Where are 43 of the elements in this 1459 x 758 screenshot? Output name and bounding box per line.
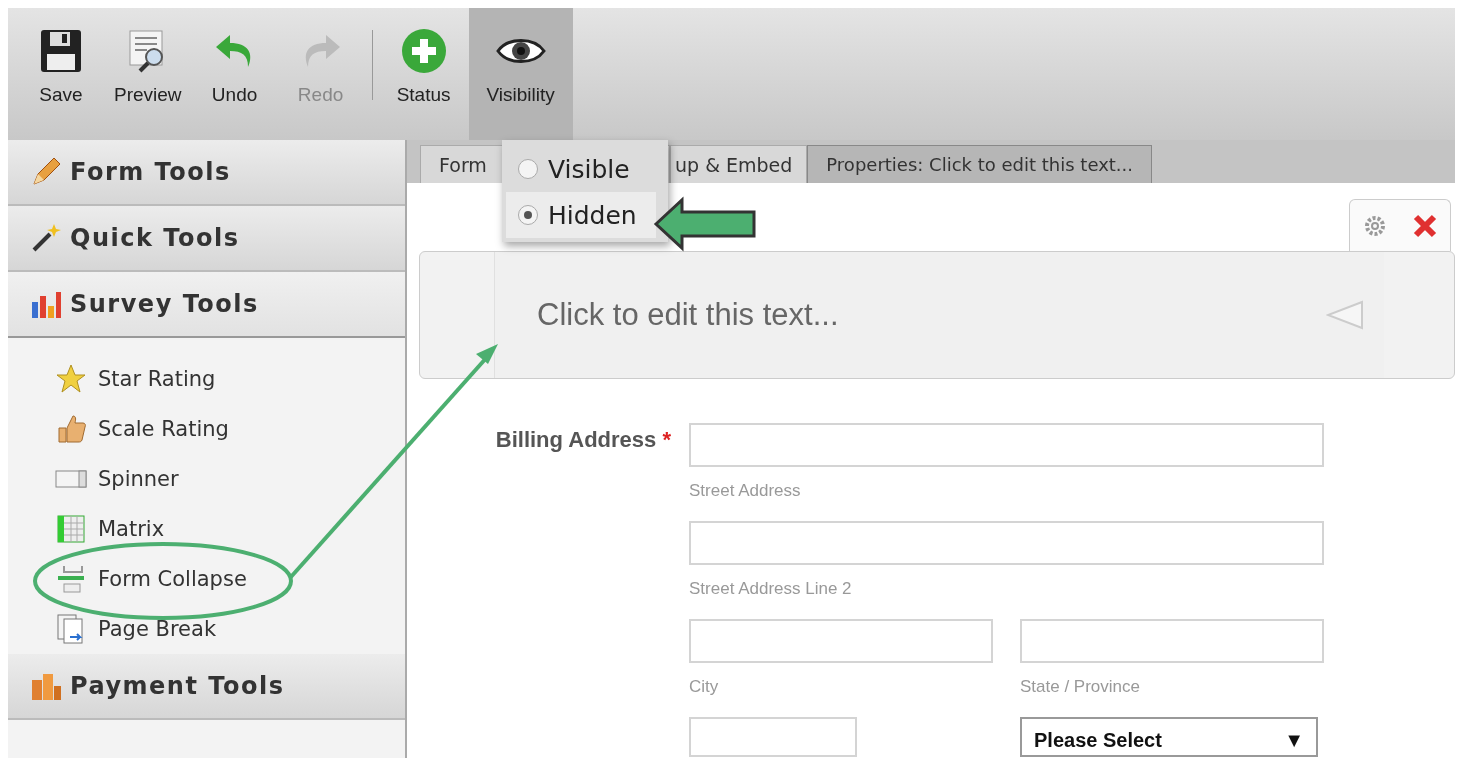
plus-circle-icon <box>400 28 447 74</box>
spinner-field-icon <box>54 469 88 489</box>
status-button[interactable]: Status <box>382 8 465 140</box>
section-title: Quick Tools <box>70 224 240 252</box>
preview-button[interactable]: Preview <box>106 8 190 140</box>
sidebar-section-header[interactable]: Quick Tools <box>8 206 405 272</box>
settings-icon[interactable] <box>1362 213 1387 238</box>
radio-button[interactable] <box>518 205 538 225</box>
tool-item[interactable]: Scale Rating <box>98 417 229 441</box>
save-icon <box>40 29 82 73</box>
tool-item[interactable]: Form Collapse <box>98 567 247 591</box>
tool-item[interactable]: Page Break <box>98 617 217 641</box>
text-element[interactable]: Click to edit this text... <box>419 251 1455 379</box>
save-button[interactable]: Save <box>20 8 102 140</box>
field-sublabel: City <box>689 677 720 697</box>
sidebar-section-header[interactable]: Survey Tools <box>8 272 405 338</box>
section-title: Survey Tools <box>70 290 259 318</box>
visibility-button[interactable]: Visibility <box>468 8 573 140</box>
tool-item[interactable]: Matrix <box>98 517 165 541</box>
section-title: Payment Tools <box>70 672 285 700</box>
pencil-icon <box>30 156 62 188</box>
star-icon <box>54 364 88 394</box>
close-icon[interactable] <box>1411 212 1438 239</box>
menu-option[interactable]: Visible <box>506 146 656 192</box>
field-sublabel: Street Address Line 2 <box>689 579 853 599</box>
radio-button[interactable] <box>518 159 538 179</box>
sidebar-section-header[interactable]: Form Tools <box>8 140 405 206</box>
magic-wand-icon <box>30 222 62 254</box>
tool-item[interactable]: Spinner <box>98 467 179 491</box>
sidebar-section-header[interactable]: Payment Tools <box>8 654 405 720</box>
menu-option[interactable]: Hidden <box>506 192 656 238</box>
field-sublabel: Street Address <box>689 481 802 501</box>
grid-icon <box>54 515 88 543</box>
dropdown[interactable]: Please Select ▼ <box>1020 717 1318 757</box>
field-label: Billing Address * <box>495 427 671 452</box>
undo-button[interactable]: Undo <box>193 8 276 140</box>
tab[interactable]: up & Embed <box>670 145 808 183</box>
text-element-text: Click to edit this text... <box>537 297 839 333</box>
field-sublabel: State / Province <box>1020 677 1141 697</box>
tool-item[interactable]: Star Rating <box>98 367 216 391</box>
section-title: Form Tools <box>70 158 231 186</box>
triangle-icon <box>1326 300 1364 330</box>
tab[interactable]: Properties: Click to edit this text... <box>807 145 1153 183</box>
